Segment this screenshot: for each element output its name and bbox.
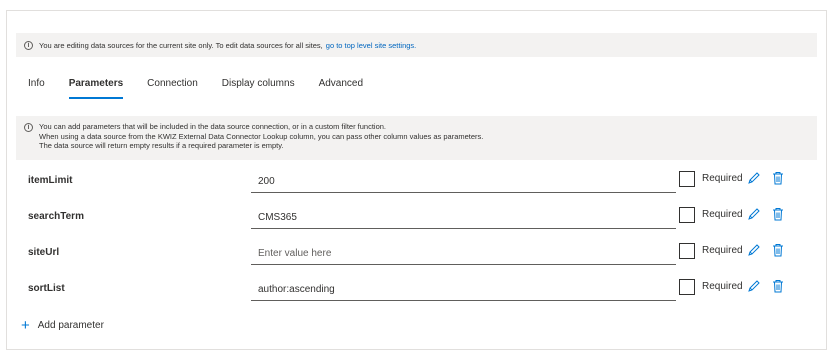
parameter-row-searchterm: searchTerm Required: [16, 205, 817, 233]
pencil-icon[interactable]: [747, 279, 760, 293]
info-icon: i: [24, 123, 33, 132]
required-checkbox[interactable]: [679, 279, 695, 295]
required-label: Required: [702, 245, 743, 256]
parameter-row-itemlimit: itemLimit Required: [16, 169, 817, 197]
required-checkbox[interactable]: [679, 243, 695, 259]
required-checkbox[interactable]: [679, 207, 695, 223]
plus-icon: +: [21, 316, 30, 334]
trash-icon[interactable]: [772, 171, 784, 185]
trash-icon[interactable]: [772, 243, 784, 257]
parameter-value-input[interactable]: [251, 243, 676, 265]
add-parameter-label: Add parameter: [37, 320, 104, 331]
parameter-name: searchTerm: [28, 211, 84, 222]
parameter-value-input[interactable]: [251, 207, 676, 229]
parameters-notice-line: When using a data source from the KWIZ E…: [39, 131, 484, 141]
tab-connection[interactable]: Connection: [135, 75, 210, 101]
tab-info[interactable]: Info: [16, 75, 57, 101]
trash-icon[interactable]: [772, 279, 784, 293]
parameter-row-siteurl: siteUrl Required: [16, 241, 817, 269]
site-scope-notice: i You are editing data sources for the c…: [16, 33, 817, 57]
parameter-name: sortList: [28, 283, 65, 294]
pencil-icon[interactable]: [747, 243, 760, 257]
settings-tabs: Info Parameters Connection Display colum…: [16, 75, 375, 101]
required-checkbox[interactable]: [679, 171, 695, 187]
parameter-value-input[interactable]: [251, 279, 676, 301]
tab-display-columns[interactable]: Display columns: [210, 75, 307, 101]
add-parameter-button[interactable]: + Add parameter: [21, 316, 104, 334]
required-label: Required: [702, 281, 743, 292]
pencil-icon[interactable]: [747, 171, 760, 185]
top-level-settings-link[interactable]: go to top level site settings.: [326, 41, 416, 50]
info-icon: i: [24, 40, 33, 50]
parameters-notice-text: You can add parameters that will be incl…: [39, 122, 483, 151]
parameter-name: itemLimit: [28, 175, 73, 186]
parameter-value-input[interactable]: [251, 171, 676, 193]
required-label: Required: [702, 209, 743, 220]
site-scope-notice-text: You are editing data sources for the cur…: [39, 40, 323, 50]
pencil-icon[interactable]: [747, 207, 760, 221]
data-source-settings-panel: i You are editing data sources for the c…: [6, 10, 827, 350]
tab-parameters[interactable]: Parameters: [57, 75, 135, 101]
parameters-notice-line: You can add parameters that will be incl…: [39, 122, 387, 131]
parameter-name: siteUrl: [28, 247, 60, 258]
parameter-row-sortlist: sortList Required: [16, 277, 817, 305]
trash-icon[interactable]: [772, 207, 784, 221]
tab-advanced[interactable]: Advanced: [307, 75, 375, 101]
parameters-notice: i You can add parameters that will be in…: [16, 116, 817, 160]
required-label: Required: [702, 173, 743, 184]
parameters-notice-line: The data source will return empty result…: [39, 141, 284, 150]
